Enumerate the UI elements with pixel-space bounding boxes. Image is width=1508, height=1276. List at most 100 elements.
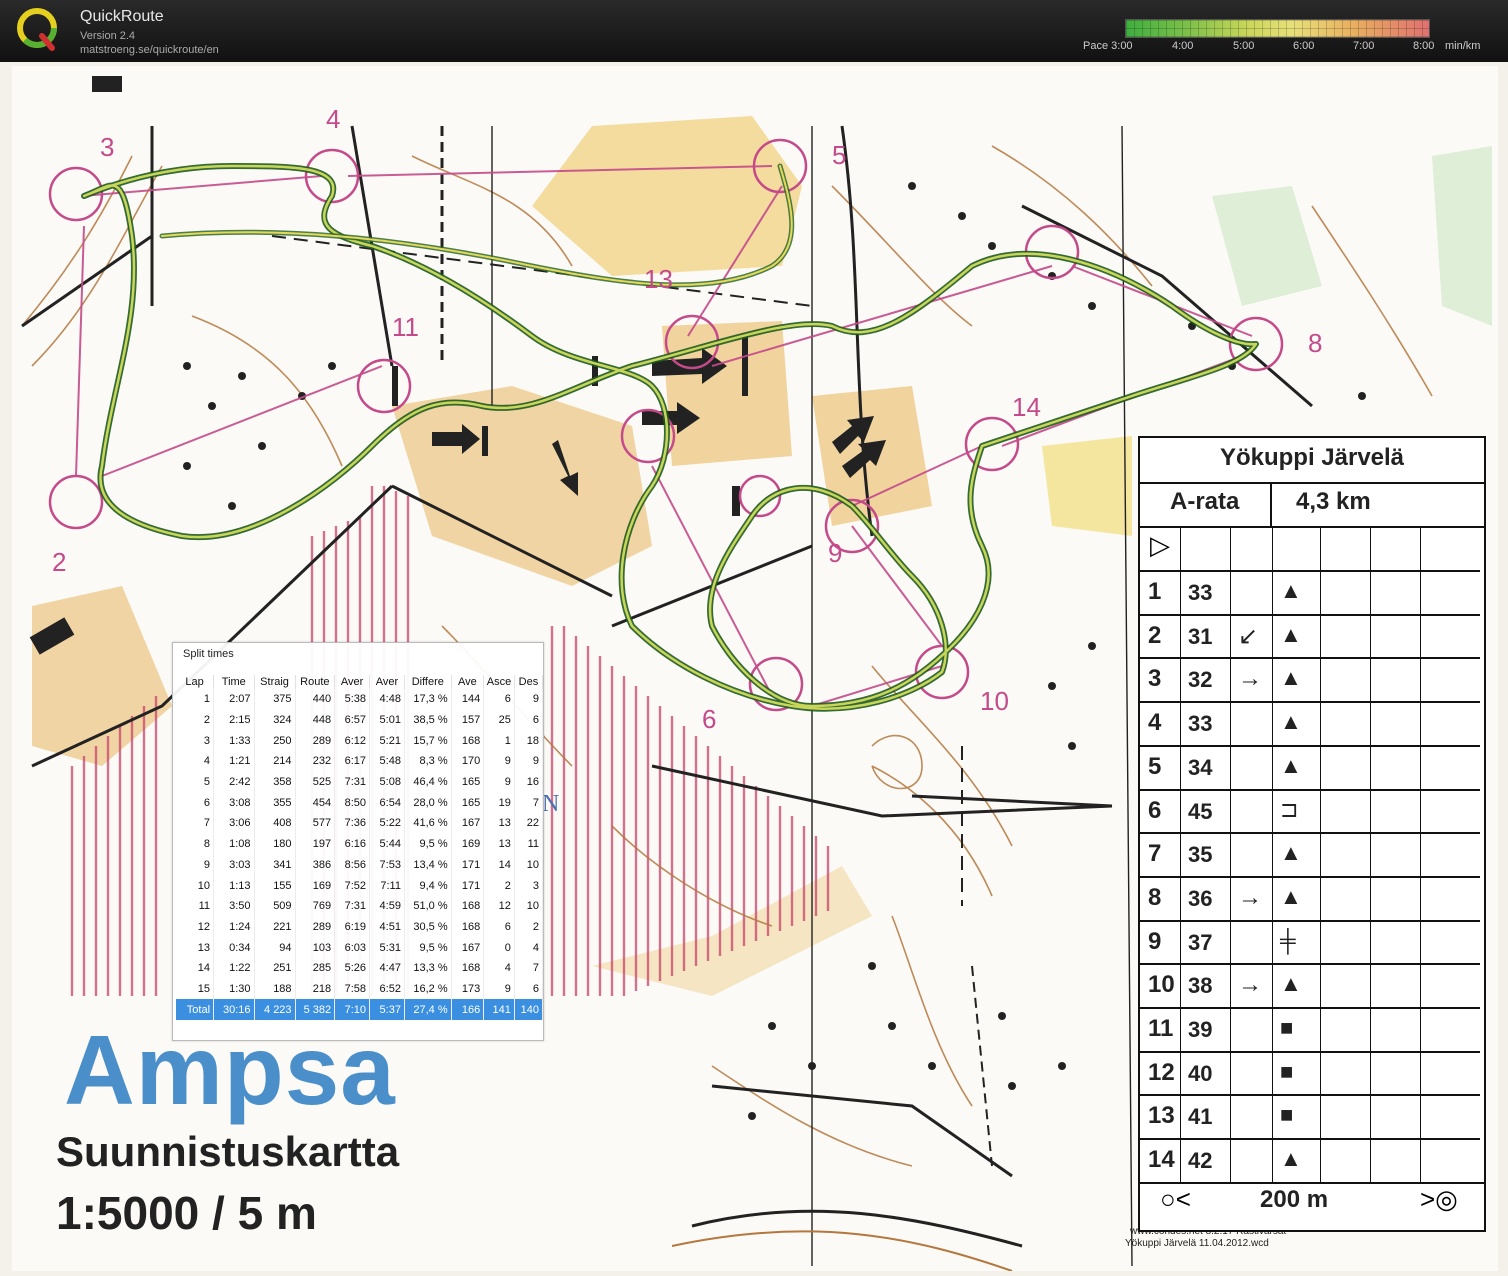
split-cell: 9,5 % xyxy=(404,937,452,958)
control-row: 4 33 ▲ xyxy=(1140,701,1480,746)
control-row: 5 34 ▲ xyxy=(1140,744,1480,790)
control-label: 3 xyxy=(100,132,114,162)
split-cell: 1:24 xyxy=(213,916,255,938)
split-cell: 9,4 % xyxy=(404,875,452,896)
split-row[interactable]: 9 3:03 341 386 8:56 7:53 13,4 % 171 14 10 xyxy=(176,854,544,876)
column-header[interactable]: Asce xyxy=(483,675,515,689)
split-cell: 9 xyxy=(176,854,215,876)
split-row[interactable]: 13 0:34 94 103 6:03 5:31 9,5 % 167 0 4 xyxy=(176,937,544,958)
split-cell: 2 xyxy=(176,709,215,731)
control-label: 9 xyxy=(828,538,842,568)
column-header[interactable]: Time xyxy=(213,675,255,689)
split-cell: 1:30 xyxy=(213,978,255,1000)
column-header[interactable]: Aver xyxy=(369,675,405,689)
finish-circle-icon: >◎ xyxy=(1420,1184,1458,1214)
column-header[interactable]: Lap xyxy=(176,675,215,689)
split-cell: 2 xyxy=(514,916,544,938)
split-cell: 25 xyxy=(483,709,515,731)
control-row: 11 39 ■ xyxy=(1140,1007,1480,1052)
split-cell: 17,3 % xyxy=(404,689,452,710)
column-header[interactable]: Differe xyxy=(404,675,452,689)
card-column-line xyxy=(1180,526,1181,1182)
column-header[interactable]: Aver xyxy=(334,675,371,689)
split-row[interactable]: 6 3:08 355 454 8:50 6:54 28,0 % 165 19 7 xyxy=(176,792,544,814)
orienteering-map[interactable]: 2 3 4 5 6 8 9 10 11 13 14 N Ampsa Suunni… xyxy=(12,66,1498,1271)
split-cell: 5:08 xyxy=(369,771,405,793)
control-num: 1 xyxy=(1148,578,1162,605)
column-header[interactable]: Des xyxy=(514,675,544,689)
split-cell: 7 xyxy=(514,957,544,979)
control-sym: ▲ xyxy=(1280,621,1302,647)
split-cell: 4:59 xyxy=(369,895,405,917)
split-cell: 19 xyxy=(483,792,515,814)
split-cell: 46,4 % xyxy=(404,771,452,793)
map-subtitle: Suunnistuskartta xyxy=(56,1128,400,1175)
split-row[interactable]: 1 2:07 375 440 5:38 4:48 17,3 % 144 6 9 xyxy=(176,689,544,710)
split-cell: 8:56 xyxy=(334,854,371,876)
pace-tick: 6:00 xyxy=(1293,40,1315,52)
split-row[interactable]: 5 2:42 358 525 7:31 5:08 46,4 % 165 9 16 xyxy=(176,771,544,793)
split-row[interactable]: 3 1:33 250 289 6:12 5:21 15,7 % 168 1 18 xyxy=(176,730,544,752)
split-row[interactable]: 12 1:24 221 289 6:19 4:51 30,5 % 168 6 2 xyxy=(176,916,544,938)
split-cell: 7:53 xyxy=(369,854,405,876)
split-row[interactable]: 15 1:30 188 218 7:58 6:52 16,2 % 173 9 6 xyxy=(176,978,544,1000)
split-cell: 13 xyxy=(483,813,515,834)
split-cell: 525 xyxy=(295,771,336,793)
control-sym: ⊐ xyxy=(1280,796,1299,822)
split-cell: 157 xyxy=(451,709,485,731)
split-row[interactable]: 8 1:08 180 197 6:16 5:44 9,5 % 169 13 11 xyxy=(176,833,544,855)
split-cell: 9 xyxy=(483,771,515,793)
split-total-cell: 5:37 xyxy=(369,999,405,1020)
control-sym: ▲ xyxy=(1280,578,1302,603)
control-row: 7 35 ▲ xyxy=(1140,832,1480,877)
split-cell: 289 xyxy=(295,730,336,752)
column-header[interactable]: Straig xyxy=(254,675,296,689)
split-row[interactable]: 14 1:22 251 285 5:26 4:47 13,3 % 168 4 7 xyxy=(176,957,544,979)
split-row[interactable]: 7 3:06 408 577 7:36 5:22 41,6 % 167 13 22 xyxy=(176,813,544,834)
control-code: 34 xyxy=(1188,754,1213,780)
control-row: 13 41 ■ xyxy=(1140,1094,1480,1139)
map-credits: Yökuppi Järvelä 11.04.2012.wcd xyxy=(1125,1238,1269,1249)
pace-tick: 5:00 xyxy=(1233,40,1255,52)
split-cell: 408 xyxy=(254,813,296,834)
control-label: 2 xyxy=(52,547,66,577)
split-cell: 30,5 % xyxy=(404,916,452,938)
split-cell: 7 xyxy=(514,792,544,814)
split-cell: 1:33 xyxy=(213,730,255,752)
app-url-link[interactable]: matstroeng.se/quickroute/en xyxy=(80,44,219,56)
control-sym: ╪ xyxy=(1280,927,1296,953)
split-row[interactable]: 4 1:21 214 232 6:17 5:48 8,3 % 170 9 9 xyxy=(176,751,544,772)
split-cell: 448 xyxy=(295,709,336,731)
split-times-panel[interactable]: Split times Lap Time Straig Route Aver Aver Di… xyxy=(172,642,544,1041)
pace-unit: min/km xyxy=(1445,40,1481,52)
split-cell: 5:22 xyxy=(369,813,405,834)
control-row: 10 38 → ▲ xyxy=(1140,963,1480,1008)
pace-color-scale xyxy=(1125,19,1430,38)
control-row: 3 32 → ▲ xyxy=(1140,657,1480,702)
split-cell: 13,4 % xyxy=(404,854,452,876)
split-cell: 169 xyxy=(295,875,336,896)
split-row[interactable]: 2 2:15 324 448 6:57 5:01 38,5 % 157 25 6 xyxy=(176,709,544,731)
split-row[interactable]: 11 3:50 509 769 7:31 4:59 51,0 % 168 12 10 xyxy=(176,895,544,917)
control-sym: ▲ xyxy=(1280,883,1302,909)
split-row[interactable]: 10 1:13 155 169 7:52 7:11 9,4 % 171 2 3 xyxy=(176,875,544,896)
split-cell: 12 xyxy=(176,916,215,938)
column-header[interactable]: Route xyxy=(295,675,336,689)
split-cell: 8,3 % xyxy=(404,751,452,772)
split-cell: 169 xyxy=(451,833,485,855)
split-cell: 12 xyxy=(483,895,515,917)
column-header[interactable]: Ave xyxy=(451,675,485,689)
split-total-row[interactable]: Total 30:16 4 223 5 382 7:10 5:37 27,4 % 166 141… xyxy=(176,999,544,1020)
control-label: 8 xyxy=(1308,328,1322,358)
control-code: 38 xyxy=(1188,973,1213,999)
split-cell: 6 xyxy=(483,689,515,710)
split-cell: 5 xyxy=(176,771,215,793)
split-cell: 218 xyxy=(295,978,336,1000)
split-cell: 386 xyxy=(295,854,336,876)
control-sym: ▲ xyxy=(1280,1146,1302,1172)
split-cell: 171 xyxy=(451,875,485,896)
split-cell: 250 xyxy=(254,730,296,752)
split-cell: 7 xyxy=(176,813,215,834)
start-triangle-icon: ▷ xyxy=(1150,530,1170,560)
control-num: 12 xyxy=(1148,1058,1175,1086)
